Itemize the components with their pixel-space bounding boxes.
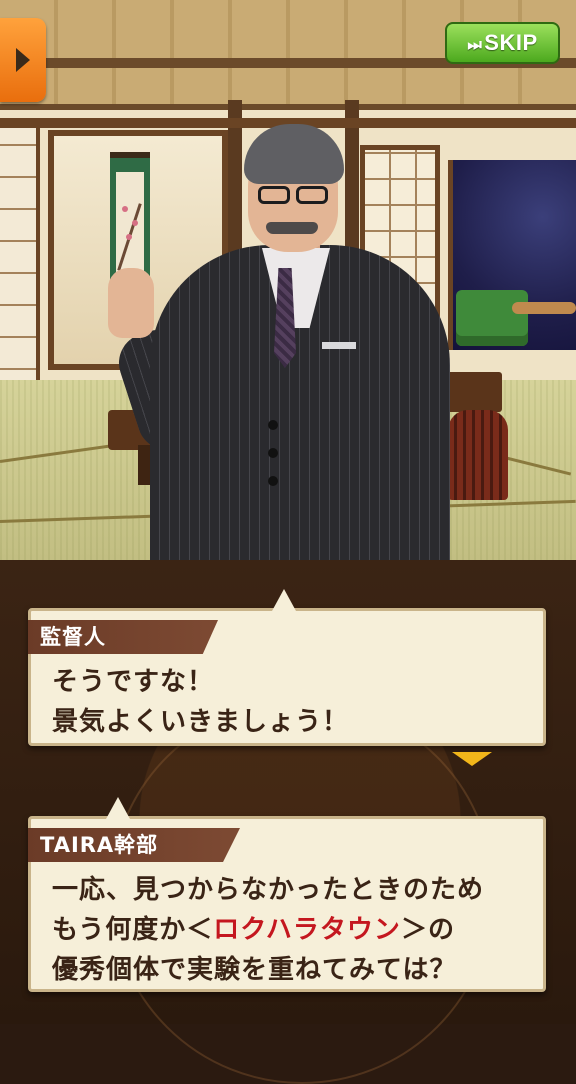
bubble-tail: [272, 589, 296, 611]
fast-forward-icon: ⏭: [467, 37, 483, 54]
skip-label: SKIP: [484, 30, 538, 55]
dialogue-line: 景気よくいきましょう！: [52, 707, 350, 737]
dialogue-line: もう何度か＜ロクハラタウン＞の: [52, 915, 455, 945]
glasses: [254, 186, 332, 206]
speaker-name-tag: TAIRA幹部: [28, 828, 240, 862]
dialogue-line: そうですな！: [52, 667, 215, 697]
shoji-screen-left: [0, 120, 40, 400]
raised-hand: [108, 268, 154, 338]
speaker-name-tag: 監督人: [28, 620, 218, 654]
dialogue-line: 一応、見つからなかったときのため: [52, 875, 485, 905]
wooden-chair: [448, 410, 508, 500]
play-triangle-icon: [16, 48, 30, 72]
highlighted-term: ロクハラタウン: [213, 915, 401, 945]
bubble-tail: [106, 797, 130, 819]
round-side-table: [512, 302, 576, 314]
skip-button[interactable]: ⏭SKIP: [445, 22, 560, 64]
green-armchair: [456, 290, 528, 346]
background-scene: [0, 0, 576, 560]
dialogue-line: 優秀個体で実験を重ねてみては？: [52, 955, 457, 985]
menu-button[interactable]: [0, 18, 46, 102]
next-page-arrow-icon[interactable]: [452, 752, 492, 766]
